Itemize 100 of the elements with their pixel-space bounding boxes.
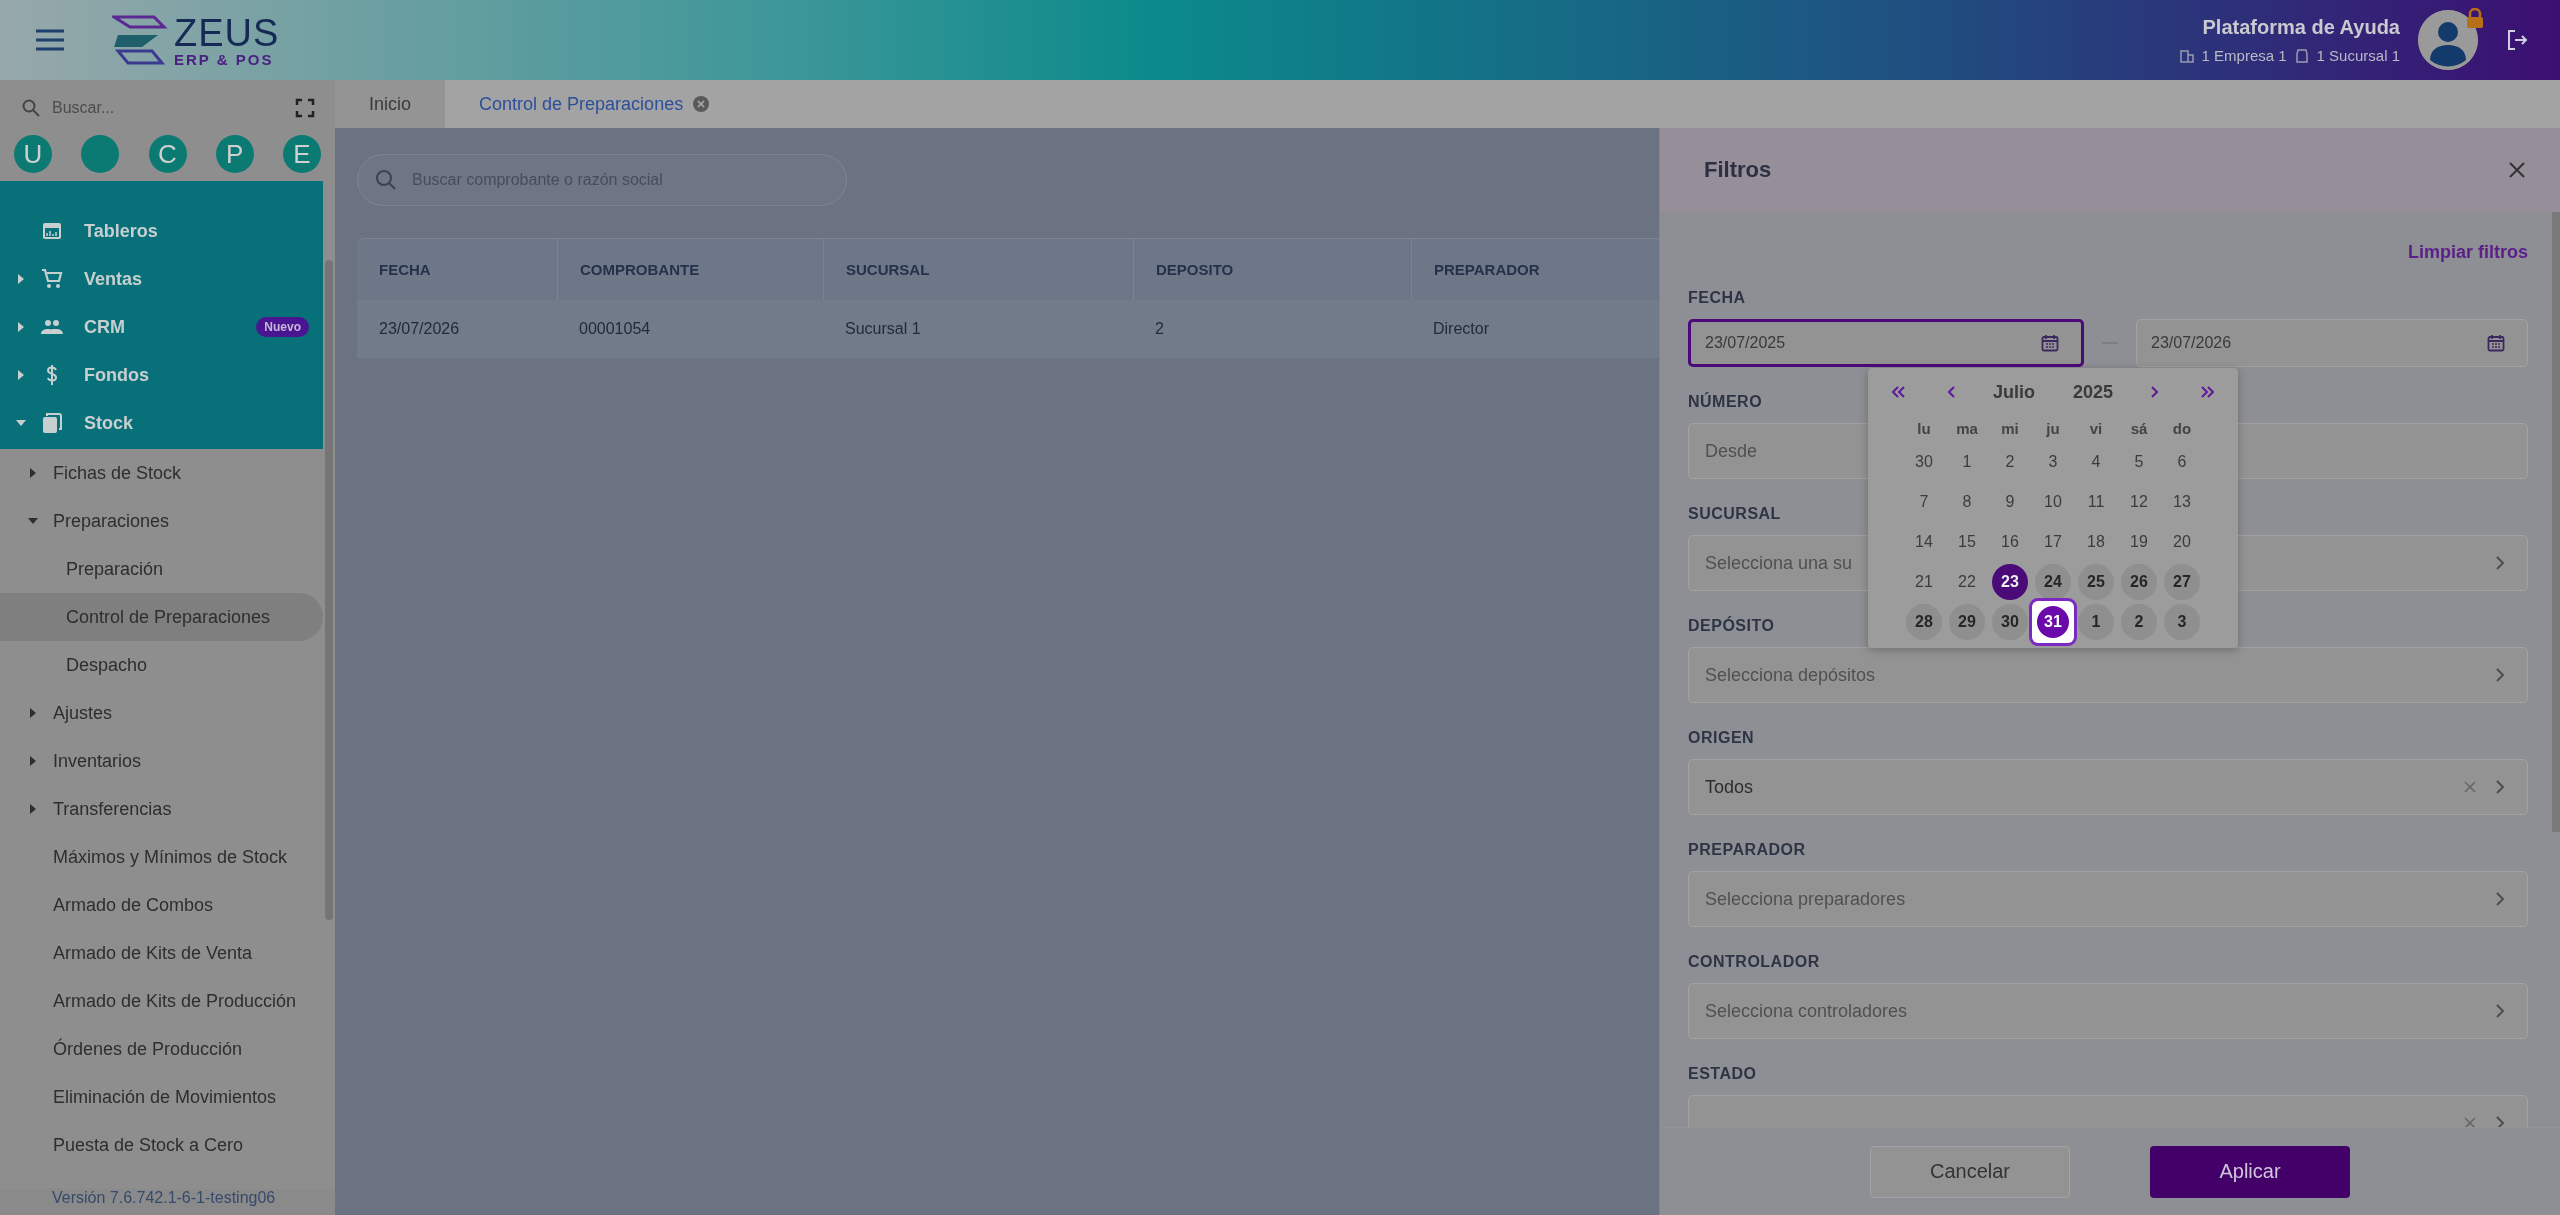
calendar-day[interactable]: 20: [2164, 524, 2200, 560]
lock-icon: [2466, 8, 2484, 28]
calendar-day[interactable]: 19: [2121, 524, 2157, 560]
shortcut-button[interactable]: P: [215, 135, 254, 173]
month-label[interactable]: Julio: [1992, 381, 2035, 403]
logout-icon: [2506, 29, 2528, 51]
calendar-day[interactable]: 2: [1992, 444, 2028, 480]
nav-item[interactable]: Ajustes: [0, 689, 323, 737]
apply-button[interactable]: Aplicar: [2150, 1145, 2350, 1198]
calendar-day[interactable]: 6: [2164, 444, 2200, 480]
calendar-day[interactable]: 28: [1906, 604, 1942, 640]
chevron-right-icon: [2495, 668, 2505, 682]
nav-item[interactable]: Preparación: [0, 545, 323, 593]
date-field[interactable]: 23/07/2026: [2136, 319, 2528, 367]
search-field[interactable]: Buscar...: [50, 97, 283, 118]
nav-item[interactable]: Tableros: [0, 207, 323, 255]
nav-item[interactable]: Máximos y Mínimos de Stock: [0, 833, 323, 881]
nav-item[interactable]: Puesta de Stock a Cero: [0, 1121, 323, 1169]
select-field[interactable]: Selecciona depósitos: [1688, 647, 2528, 703]
branch-label: 1 Sucursal 1: [2316, 47, 2400, 64]
calendar-icon[interactable]: [2487, 334, 2505, 352]
calendar-day[interactable]: 29: [1949, 604, 1985, 640]
field-label: DEPÓSITO: [1688, 617, 1775, 635]
nav-item[interactable]: Control de Preparaciones: [0, 593, 323, 641]
calendar-day[interactable]: 12: [2121, 484, 2157, 520]
nav-item[interactable]: CRM Nuevo: [0, 303, 323, 351]
weekday-label: do: [2171, 419, 2193, 439]
user-name: Plataforma de Ayuda: [2202, 16, 2400, 39]
nav-item[interactable]: Fondos: [0, 351, 323, 399]
calendar-day[interactable]: 31: [2032, 601, 2074, 643]
field-label: SUCURSAL: [1688, 505, 1781, 523]
field-label: PREPARADOR: [1688, 841, 1806, 859]
calendar-day[interactable]: 11: [2078, 484, 2114, 520]
nav-item[interactable]: Fichas de Stock: [0, 449, 323, 497]
column-header: FECHA: [357, 238, 557, 300]
select-field[interactable]: Selecciona preparadores: [1688, 871, 2528, 927]
weekday-label: vi: [2088, 419, 2104, 439]
shortcut-button[interactable]: C: [148, 135, 187, 173]
avatar-icon[interactable]: [2418, 10, 2478, 70]
scrollbar[interactable]: [2552, 212, 2560, 832]
calendar-day[interactable]: 7: [1906, 484, 1942, 520]
field-label: CONTROLADOR: [1688, 953, 1820, 971]
select-field[interactable]: Todos: [1688, 759, 2528, 815]
nav-item[interactable]: Transferencias: [0, 785, 323, 833]
field-label: ORIGEN: [1688, 729, 1755, 747]
calendar-day[interactable]: 17: [2035, 524, 2071, 560]
calendar-day[interactable]: 23: [1992, 564, 2028, 600]
calendar-day[interactable]: 2: [2121, 604, 2157, 640]
calendar-day[interactable]: 30: [1992, 604, 2028, 640]
nav-item[interactable]: Stock: [0, 399, 323, 447]
calendar-day[interactable]: 27: [2164, 564, 2200, 600]
calendar-day[interactable]: 15: [1949, 524, 1985, 560]
shortcut-button[interactable]: E: [283, 135, 321, 173]
nav-item[interactable]: Órdenes de Producción: [0, 1025, 323, 1073]
version-label: Versión 7.6.742.1-6-1-testing06: [0, 1189, 335, 1215]
chevron-right-icon: [2495, 1004, 2505, 1018]
calendar-day[interactable]: 25: [2078, 564, 2114, 600]
calendar-day[interactable]: 16: [1992, 524, 2028, 560]
calendar-day[interactable]: 9: [1992, 484, 2028, 520]
nav-item[interactable]: Armado de Kits de Producción: [0, 977, 323, 1025]
calendar-day[interactable]: 5: [2121, 444, 2157, 480]
logo-icon: [112, 15, 168, 65]
scrollbar[interactable]: [325, 260, 333, 920]
calendar-icon[interactable]: [2041, 334, 2059, 352]
date-field[interactable]: 23/07/2025: [1688, 319, 2084, 367]
double-chevron-icon: [1890, 384, 1906, 400]
calendar-day[interactable]: 4: [2078, 444, 2114, 480]
calendar-day[interactable]: 3: [2164, 604, 2200, 640]
calendar-day[interactable]: 3: [2035, 444, 2071, 480]
tab[interactable]: Inicio: [335, 80, 446, 128]
nav-item[interactable]: Armado de Kits de Venta: [0, 929, 323, 977]
calendar-day[interactable]: 1: [1949, 444, 1985, 480]
calendar-day[interactable]: 1: [2078, 604, 2114, 640]
calendar-day[interactable]: 22: [1949, 564, 1985, 600]
close-tab-icon[interactable]: [693, 96, 710, 112]
nav-item[interactable]: Armado de Combos: [0, 881, 323, 929]
new-badge: Nuevo: [256, 317, 309, 337]
nav-item[interactable]: Eliminación de Movimientos: [0, 1073, 323, 1121]
select-field[interactable]: Selecciona controladores: [1688, 983, 2528, 1039]
cart-icon: [40, 267, 64, 291]
nav-item[interactable]: Preparaciones: [0, 497, 323, 545]
clear-filters-link[interactable]: Limpiar filtros: [2408, 242, 2528, 263]
menu-icon: [34, 28, 66, 52]
nav-item[interactable]: Despacho: [0, 641, 323, 689]
cancel-button[interactable]: Cancelar: [1870, 1145, 2070, 1198]
calendar-day[interactable]: 14: [1906, 524, 1942, 560]
calendar-day[interactable]: 24: [2035, 564, 2071, 600]
calendar-day[interactable]: 18: [2078, 524, 2114, 560]
column-header: DEPOSITO: [1133, 238, 1411, 300]
nav-item[interactable]: Ventas: [0, 255, 323, 303]
calendar-day[interactable]: 21: [1906, 564, 1942, 600]
calendar-day[interactable]: 26: [2121, 564, 2157, 600]
calendar-day[interactable]: 30: [1906, 444, 1942, 480]
shortcut-button[interactable]: U: [14, 135, 52, 173]
column-header: COMPROBANTE: [557, 238, 823, 300]
year-label[interactable]: 2025: [2073, 381, 2114, 403]
nav-item[interactable]: Inventarios: [0, 737, 323, 785]
calendar-day[interactable]: 13: [2164, 484, 2200, 520]
calendar-day[interactable]: 8: [1949, 484, 1985, 520]
calendar-day[interactable]: 10: [2035, 484, 2071, 520]
